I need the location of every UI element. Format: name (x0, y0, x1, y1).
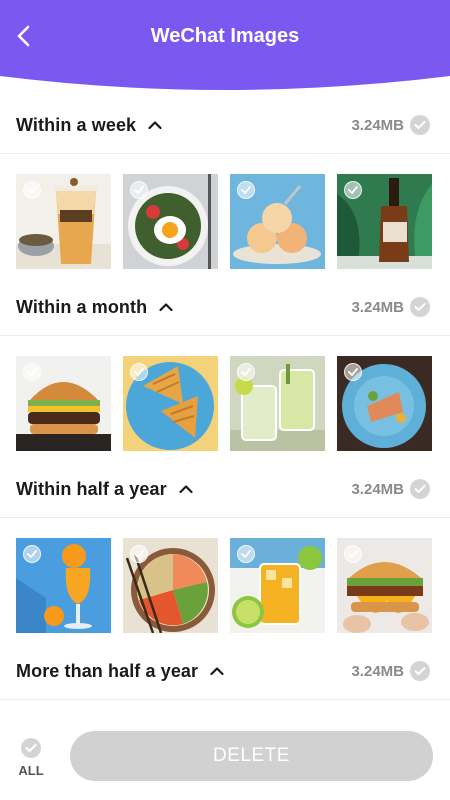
image-select-checkbox[interactable] (23, 181, 41, 199)
image-grid-month (16, 356, 434, 452)
section-toggle-month[interactable]: Within a month (16, 278, 173, 336)
image-grid-week (16, 174, 434, 270)
page-title: WeChat Images (150, 25, 300, 47)
image-thumbnail[interactable] (123, 174, 218, 269)
select-all-checkbox[interactable] (21, 738, 41, 758)
checkmark-icon (414, 121, 426, 129)
section-toggle-half-year[interactable]: Within half a year (16, 460, 193, 518)
section-title: Within half a year (16, 478, 167, 499)
checkmark-icon (241, 550, 251, 558)
image-thumbnail[interactable] (16, 356, 111, 451)
section-select-checkbox[interactable] (410, 479, 430, 499)
image-thumbnail[interactable] (230, 174, 325, 269)
image-select-checkbox[interactable] (130, 545, 148, 563)
section-size: 3.24MB (351, 480, 404, 498)
checkmark-icon (27, 368, 37, 376)
chevron-up-icon (148, 121, 162, 130)
section-meta: 3.24MB (351, 642, 430, 700)
image-thumbnail[interactable] (337, 174, 432, 269)
image-select-checkbox[interactable] (237, 363, 255, 381)
section-title: More than half a year (16, 660, 199, 681)
checkmark-icon (134, 550, 144, 558)
image-thumbnail[interactable] (230, 538, 325, 633)
section-toggle-older[interactable]: More than half a year (16, 642, 224, 700)
image-thumbnail[interactable] (123, 356, 218, 451)
checkmark-icon (348, 186, 358, 194)
section-toggle-week[interactable]: Within a week (16, 96, 162, 154)
select-all-toggle[interactable]: ALL (12, 738, 50, 788)
section-header-older: More than half a year 3.24MB (0, 642, 450, 700)
checkmark-icon (414, 667, 426, 675)
image-thumbnail[interactable] (337, 538, 432, 633)
app-header: WeChat Images (0, 0, 450, 96)
section-select-checkbox[interactable] (410, 115, 430, 135)
chevron-up-icon (210, 667, 224, 676)
image-select-checkbox[interactable] (23, 545, 41, 563)
image-select-checkbox[interactable] (23, 363, 41, 381)
image-select-checkbox[interactable] (237, 181, 255, 199)
checkmark-icon (27, 186, 37, 194)
section-header-month: Within a month 3.24MB (0, 278, 450, 336)
chevron-up-icon (179, 485, 193, 494)
image-select-checkbox[interactable] (130, 363, 148, 381)
delete-button[interactable]: DELETE (70, 731, 433, 781)
image-thumbnail[interactable] (123, 538, 218, 633)
checkmark-icon (241, 186, 251, 194)
image-select-checkbox[interactable] (344, 363, 362, 381)
image-thumbnail[interactable] (16, 538, 111, 633)
checkmark-icon (414, 485, 426, 493)
section-size: 3.24MB (351, 298, 404, 316)
chevron-up-icon (159, 303, 173, 312)
checkmark-icon (414, 303, 426, 311)
section-meta: 3.24MB (351, 278, 430, 336)
section-header-half-year: Within half a year 3.24MB (0, 460, 450, 518)
bottom-action-bar: ALL DELETE (0, 718, 450, 800)
image-select-checkbox[interactable] (344, 545, 362, 563)
checkmark-icon (25, 744, 37, 752)
section-size: 3.24MB (351, 662, 404, 680)
checkmark-icon (134, 368, 144, 376)
checkmark-icon (27, 550, 37, 558)
image-thumbnail[interactable] (230, 356, 325, 451)
image-grid-half-year (16, 538, 434, 634)
section-meta: 3.24MB (351, 96, 430, 154)
checkmark-icon (348, 368, 358, 376)
checkmark-icon (241, 368, 251, 376)
select-all-label: ALL (18, 763, 44, 778)
image-thumbnail[interactable] (16, 174, 111, 269)
section-select-checkbox[interactable] (410, 661, 430, 681)
section-meta: 3.24MB (351, 460, 430, 518)
image-select-checkbox[interactable] (130, 181, 148, 199)
checkmark-icon (348, 550, 358, 558)
section-title: Within a week (16, 114, 137, 135)
section-header-week: Within a week 3.24MB (0, 96, 450, 154)
image-thumbnail[interactable] (337, 356, 432, 451)
image-select-checkbox[interactable] (237, 545, 255, 563)
section-title: Within a month (16, 296, 148, 317)
checkmark-icon (134, 186, 144, 194)
image-select-checkbox[interactable] (344, 181, 362, 199)
section-select-checkbox[interactable] (410, 297, 430, 317)
section-size: 3.24MB (351, 116, 404, 134)
